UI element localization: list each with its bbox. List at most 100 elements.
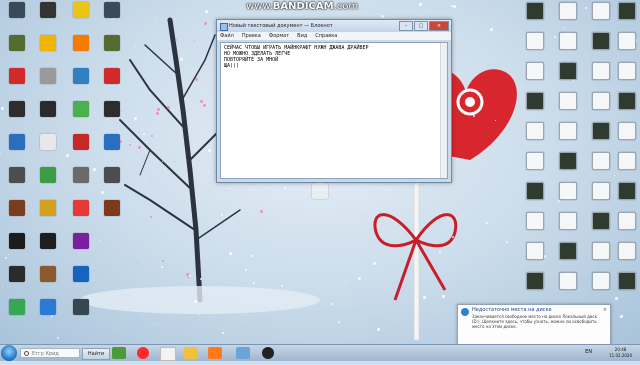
close-button[interactable]: × bbox=[429, 21, 449, 31]
maximize-button[interactable]: □ bbox=[414, 21, 428, 31]
desktop-file-icon[interactable] bbox=[612, 212, 640, 230]
desktop-file-icon[interactable] bbox=[612, 272, 640, 290]
desktop-file-icon[interactable] bbox=[520, 212, 550, 230]
language-indicator[interactable]: EN bbox=[585, 349, 592, 365]
desktop-file-icon[interactable] bbox=[553, 122, 583, 140]
find-button[interactable]: Найти bbox=[82, 348, 110, 360]
desktop-file-icon[interactable] bbox=[520, 152, 550, 170]
search-input[interactable]: Етгр Крид bbox=[20, 348, 80, 358]
media-player-icon[interactable] bbox=[208, 347, 222, 359]
desktop-file-icon[interactable] bbox=[553, 92, 583, 110]
desktop-file-icon[interactable] bbox=[612, 62, 640, 80]
desktop-shortcut-icon[interactable] bbox=[2, 2, 32, 18]
shortcut-image bbox=[73, 35, 89, 51]
minimize-button[interactable]: – bbox=[399, 21, 413, 31]
desktop-shortcut-icon[interactable] bbox=[33, 2, 63, 18]
desktop-shortcut-icon[interactable] bbox=[66, 35, 96, 51]
menu-help[interactable]: Справка bbox=[315, 32, 337, 40]
low-disk-space-notification[interactable]: Недостаточно места на диске × Заканчивае… bbox=[457, 304, 611, 344]
snowflake bbox=[357, 277, 361, 281]
desktop-shortcut-icon[interactable] bbox=[2, 167, 32, 183]
desktop-file-icon[interactable] bbox=[520, 182, 550, 200]
file-image bbox=[592, 122, 610, 140]
notepad-window[interactable]: Новый текстовый документ — Блокнот – □ ×… bbox=[216, 19, 452, 183]
desktop-shortcut-icon[interactable] bbox=[66, 233, 96, 249]
menu-format[interactable]: Формат bbox=[269, 32, 289, 40]
desktop-file-icon[interactable] bbox=[612, 32, 640, 50]
desktop-shortcut-icon[interactable] bbox=[2, 233, 32, 249]
file-image bbox=[618, 62, 636, 80]
desktop-shortcut-icon[interactable] bbox=[2, 35, 32, 51]
desktop-shortcut-icon[interactable] bbox=[97, 200, 127, 216]
desktop-shortcut-icon[interactable] bbox=[66, 266, 96, 282]
vertical-scrollbar[interactable] bbox=[440, 43, 447, 178]
bandicam-taskbar-icon[interactable] bbox=[262, 347, 274, 359]
desktop-shortcut-icon[interactable] bbox=[33, 233, 63, 249]
desktop-shortcut-icon[interactable] bbox=[66, 2, 96, 18]
desktop-file-icon[interactable] bbox=[553, 2, 583, 20]
desktop-shortcut-icon[interactable] bbox=[97, 101, 127, 117]
desktop-shortcut-icon[interactable] bbox=[33, 134, 63, 150]
file-explorer-icon[interactable] bbox=[184, 347, 198, 359]
desktop-file-icon[interactable] bbox=[553, 212, 583, 230]
desktop-file-icon[interactable] bbox=[553, 272, 583, 290]
start-button[interactable] bbox=[1, 345, 17, 361]
desktop-shortcut-icon[interactable] bbox=[66, 134, 96, 150]
desktop-shortcut-icon[interactable] bbox=[97, 167, 127, 183]
yandex-browser-icon[interactable] bbox=[160, 347, 176, 361]
desktop-file-icon[interactable] bbox=[612, 242, 640, 260]
menu-edit[interactable]: Правка bbox=[242, 32, 261, 40]
system-clock[interactable]: 20:48 11.02.2020 bbox=[609, 347, 632, 359]
desktop-file-icon[interactable] bbox=[553, 62, 583, 80]
desktop-shortcut-icon[interactable] bbox=[33, 68, 63, 84]
desktop-file-icon[interactable] bbox=[520, 92, 550, 110]
desktop-shortcut-icon[interactable] bbox=[33, 200, 63, 216]
desktop-shortcut-icon[interactable] bbox=[97, 2, 127, 18]
desktop-shortcut-icon[interactable] bbox=[2, 134, 32, 150]
menu-view[interactable]: Вид bbox=[297, 32, 307, 40]
desktop-file-icon[interactable] bbox=[612, 122, 640, 140]
desktop-file-icon[interactable] bbox=[612, 92, 640, 110]
notepad-content[interactable]: СЕЙЧАС ЧТОБЫ ИГРАТЬ МАЙНКРАФТ НУЖН ДЖАВА… bbox=[221, 43, 447, 71]
desktop-file-icon[interactable] bbox=[520, 2, 550, 20]
desktop-shortcut-icon[interactable] bbox=[97, 134, 127, 150]
desktop-shortcut-icon[interactable] bbox=[33, 35, 63, 51]
minecraft-launcher-icon[interactable] bbox=[112, 347, 126, 359]
desktop-file-icon[interactable] bbox=[520, 62, 550, 80]
desktop-file-icon[interactable] bbox=[612, 152, 640, 170]
notepad-text-area[interactable]: СЕЙЧАС ЧТОБЫ ИГРАТЬ МАЙНКРАФТ НУЖН ДЖАВА… bbox=[220, 42, 448, 179]
desktop-shortcut-icon[interactable] bbox=[97, 68, 127, 84]
desktop-file-icon[interactable] bbox=[553, 32, 583, 50]
desktop-shortcut-icon[interactable] bbox=[33, 101, 63, 117]
desktop-file-icon[interactable] bbox=[520, 272, 550, 290]
desktop-file-icon[interactable] bbox=[553, 242, 583, 260]
desktop-shortcut-icon[interactable] bbox=[66, 200, 96, 216]
desktop-shortcut-icon[interactable] bbox=[97, 35, 127, 51]
desktop-file-icon[interactable] bbox=[520, 32, 550, 50]
desktop-shortcut-icon[interactable] bbox=[33, 266, 63, 282]
desktop-shortcut-icon[interactable] bbox=[2, 299, 32, 315]
desktop-shortcut-icon[interactable] bbox=[66, 167, 96, 183]
opera-browser-icon[interactable] bbox=[137, 347, 149, 359]
desktop-file-icon[interactable] bbox=[553, 152, 583, 170]
notification-close-button[interactable]: × bbox=[603, 307, 607, 313]
menu-file[interactable]: Файл bbox=[220, 32, 234, 40]
desktop-file-icon[interactable] bbox=[520, 242, 550, 260]
desktop-shortcut-icon[interactable] bbox=[305, 183, 335, 199]
desktop-shortcut-icon[interactable] bbox=[2, 68, 32, 84]
desktop-shortcut-icon[interactable] bbox=[66, 299, 96, 315]
desktop-shortcut-icon[interactable] bbox=[2, 266, 32, 282]
desktop-shortcut-icon[interactable] bbox=[33, 299, 63, 315]
desktop-file-icon[interactable] bbox=[612, 2, 640, 20]
notepad-taskbar-icon[interactable] bbox=[236, 347, 250, 359]
notepad-titlebar[interactable]: Новый текстовый документ — Блокнот – □ × bbox=[217, 20, 451, 32]
desktop-shortcut-icon[interactable] bbox=[2, 101, 32, 117]
desktop-shortcut-icon[interactable] bbox=[2, 200, 32, 216]
desktop-file-icon[interactable] bbox=[520, 122, 550, 140]
desktop-shortcut-icon[interactable] bbox=[33, 167, 63, 183]
desktop-file-icon[interactable] bbox=[553, 182, 583, 200]
desktop-shortcut-icon[interactable] bbox=[66, 68, 96, 84]
snowflake bbox=[50, 314, 53, 317]
desktop-file-icon[interactable] bbox=[612, 182, 640, 200]
desktop-shortcut-icon[interactable] bbox=[66, 101, 96, 117]
